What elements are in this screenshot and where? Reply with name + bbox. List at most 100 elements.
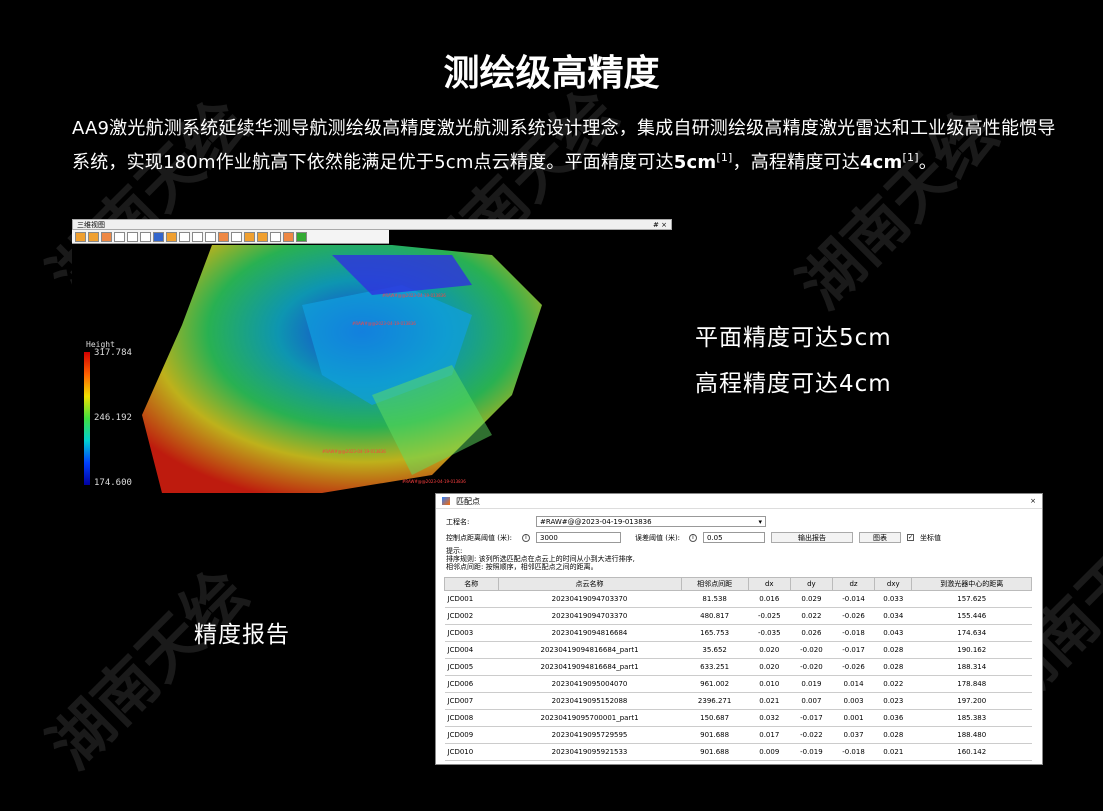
table-row[interactable]: JCD003 20230419094816684 165.753 -0.035 0.02…	[444, 624, 1032, 642]
results-table: 名称 点云名称 相邻点间距 dx dy dz dxy 到激光器中心的距离 JCD001 2023…	[444, 577, 1032, 761]
toolbar-tool-icon[interactable]	[75, 231, 86, 242]
report-label: 精度报告	[194, 622, 290, 648]
distance-threshold-input[interactable]: 3000	[536, 532, 621, 543]
table-cell: JCD003	[444, 624, 499, 642]
export-report-button[interactable]: 输出报告	[771, 532, 853, 543]
table-cell: 0.020	[748, 641, 791, 659]
info-icon[interactable]: i	[522, 533, 530, 542]
column-header[interactable]: 名称	[444, 577, 499, 591]
table-cell: -0.014	[832, 590, 875, 608]
table-cell: -0.018	[832, 624, 875, 642]
point-cloud-view[interactable]: #RAW#@@2023-04-19-013836 #RAW#@@2023-04-…	[72, 245, 672, 493]
table-header-row: 名称 点云名称 相邻点间距 dx dy dz dxy 到激光器中心的距离	[444, 577, 1032, 591]
table-cell: 0.033	[874, 590, 912, 608]
toolbar-tool-icon[interactable]	[205, 231, 216, 242]
project-row: 工程名: #RAW#@@2023-04-19-013836 ▾	[446, 516, 766, 527]
table-row[interactable]: JCD008 20230419095700001_part1 150.687 0.03…	[444, 709, 1032, 727]
table-cell: 0.016	[748, 590, 791, 608]
table-row[interactable]: JCD002 20230419094703370 480.817 -0.025 0.02…	[444, 607, 1032, 625]
table-cell: 901.688	[681, 743, 749, 761]
table-cell: JCD002	[444, 607, 499, 625]
info-icon[interactable]: i	[689, 533, 697, 542]
table-cell: 0.003	[832, 692, 875, 710]
error-threshold-input[interactable]: 0.05	[703, 532, 765, 543]
table-row[interactable]: JCD004 20230419094816684_part1 35.652 0.020…	[444, 641, 1032, 659]
hint-title: 提示:	[446, 547, 463, 555]
table-cell: 20230419094703370	[498, 590, 682, 608]
toolbar-tool-icon[interactable]	[257, 231, 268, 242]
toolbar-tool-icon[interactable]	[166, 231, 177, 242]
app-icon	[442, 497, 450, 505]
table-cell: 0.034	[874, 607, 912, 625]
hint-spacing-rule: 相邻点间距: 按照顺序，相邻匹配点之间的距离。	[446, 563, 598, 571]
toolbar-tool-icon[interactable]	[231, 231, 242, 242]
column-header[interactable]: 相邻点间距	[680, 577, 749, 591]
column-header[interactable]: dxy	[874, 577, 913, 591]
match-point-dialog: 匹配点 × 工程名: #RAW#@@2023-04-19-013836 ▾ 控制…	[435, 493, 1043, 765]
viewer-window-controls[interactable]: # ×	[653, 221, 667, 229]
table-cell: 0.028	[874, 726, 912, 744]
table-cell: 0.022	[874, 675, 912, 693]
toolbar-tool-icon[interactable]	[296, 231, 307, 242]
watermark: 湖南天绘	[34, 555, 262, 783]
table-cell: 0.017	[748, 726, 791, 744]
toolbar-tool-icon[interactable]	[101, 231, 112, 242]
threshold-row: 控制点距离阈值 (米): i 3000 误差阈值 (米): i 0.05 输出报…	[446, 532, 941, 543]
table-row[interactable]: JCD007 20230419095152088 2396.271 0.021 0.00…	[444, 692, 1032, 710]
close-icon[interactable]: ×	[1030, 497, 1036, 505]
table-row[interactable]: JCD006 20230419095004070 961.002 0.010 0.019…	[444, 675, 1032, 693]
toolbar-tool-icon[interactable]	[218, 231, 229, 242]
coord-checkbox[interactable]: ✓	[907, 534, 914, 541]
project-select[interactable]: #RAW#@@2023-04-19-013836 ▾	[536, 516, 766, 527]
table-cell: 0.021	[874, 743, 912, 761]
toolbar-tool-icon[interactable]	[244, 231, 255, 242]
toolbar-tool-icon[interactable]	[88, 231, 99, 242]
table-row[interactable]: JCD010 20230419095921533 901.688 0.009 -0.01…	[444, 743, 1032, 761]
column-header[interactable]: dx	[747, 577, 791, 591]
toolbar-tool-icon[interactable]	[127, 231, 138, 242]
table-cell: 20230419094816684	[498, 624, 682, 642]
table-cell: -0.022	[790, 726, 833, 744]
table-row[interactable]: JCD009 20230419095729595 901.688 0.017 -0.02…	[444, 726, 1032, 744]
viewer-title: 三维视图	[77, 220, 105, 229]
column-header[interactable]: dz	[831, 577, 876, 591]
toolbar-tool-icon[interactable]	[179, 231, 190, 242]
table-cell: 174.634	[911, 624, 1032, 642]
dialog-title: 匹配点	[456, 496, 480, 506]
table-cell: 961.002	[681, 675, 749, 693]
table-cell: 0.010	[748, 675, 791, 693]
column-header[interactable]: 到激光器中心的距离	[911, 577, 1032, 591]
column-header[interactable]: dy	[789, 577, 833, 591]
table-cell: JCD005	[444, 658, 499, 676]
table-cell: 0.023	[874, 692, 912, 710]
table-cell: 0.026	[790, 624, 833, 642]
table-cell: -0.026	[832, 607, 875, 625]
table-cell: 20230419094816684_part1	[498, 658, 682, 676]
distance-threshold-label: 控制点距离阈值 (米):	[446, 533, 513, 542]
table-cell: 20230419095729595	[498, 726, 682, 744]
table-cell: JCD009	[444, 726, 499, 744]
viewer-titlebar: 三维视图 # ×	[72, 219, 672, 230]
toolbar-tool-icon[interactable]	[153, 231, 164, 242]
toolbar-tool-icon[interactable]	[270, 231, 281, 242]
table-cell: 633.251	[681, 658, 749, 676]
table-cell: 480.817	[681, 607, 749, 625]
toolbar-tool-icon[interactable]	[283, 231, 294, 242]
table-row[interactable]: JCD005 20230419094816684_part1 633.251 0.02…	[444, 658, 1032, 676]
table-cell: 0.029	[790, 590, 833, 608]
footnote-ref: [1]	[902, 151, 919, 164]
table-cell: 0.022	[790, 607, 833, 625]
chart-button[interactable]: 图表	[859, 532, 901, 543]
table-cell: -0.035	[748, 624, 791, 642]
plane-accuracy-value: 5cm	[673, 152, 717, 173]
table-cell: 20230419095004070	[498, 675, 682, 693]
3d-viewer-window: 三维视图 # × #RAW#@@2023-04-19-013836 #RAW#@…	[72, 219, 672, 493]
toolbar-tool-icon[interactable]	[192, 231, 203, 242]
legend-mid: 246.192	[94, 413, 132, 423]
toolbar-tool-icon[interactable]	[140, 231, 151, 242]
toolbar-tool-icon[interactable]	[114, 231, 125, 242]
table-cell: -0.025	[748, 607, 791, 625]
column-header[interactable]: 点云名称	[497, 577, 682, 591]
table-cell: 0.037	[832, 726, 875, 744]
table-row[interactable]: JCD001 20230419094703370 81.538 0.016 0.029-…	[444, 590, 1032, 608]
